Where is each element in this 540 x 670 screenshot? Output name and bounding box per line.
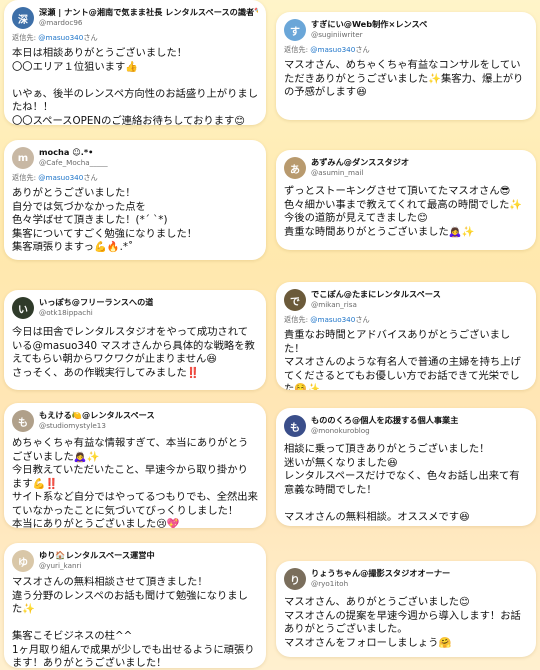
reply-to: 返信先: @masuo340さん [12,33,98,42]
mention-link[interactable]: @masuo340 [38,173,83,182]
user-handle[interactable]: @monokuroblog [311,426,458,436]
tweet-text: マスオさんの無料相談させて頂きました！ 違う分野のレンスペのお話も聞けて勉強にな… [12,576,255,668]
tweet-card[interactable]: で でこぽん@たまにレンタルスペース @mikan_risa 返信先: @mas… [276,282,536,390]
display-name[interactable]: りょうちゃん@撮影スタジオオーナー [311,568,450,579]
tweet-card[interactable]: す すぎにい@Web制作×レンスペ @suginiiwriter 返信先: @m… [276,12,536,120]
user-handle[interactable]: @studiomystyle13 [39,421,155,431]
reply-to: 返信先: @masuo340さん [12,173,98,182]
tweet-text: 今日は田舎でレンタルスタジオをやって成功されている@masuo340 マスオさん… [12,326,255,379]
avatar[interactable]: も [12,410,34,432]
tweet-text: 本日は相談ありがとうございました！ 〇〇エリア１位狙います👍 いやぁ、後半のレン… [12,47,258,125]
tweet-text: マスオさん、ありがとうございました😊 マスオさんの提案を早速今週から導入します！… [284,596,521,649]
tweet-card[interactable]: m mocha ☺︎.*• @Cafe_Mocha_____ 返信先: @mas… [4,140,266,260]
display-name[interactable]: いっぽち@フリーランスへの道 [39,297,153,308]
avatar[interactable]: ゆ [12,550,34,572]
display-name[interactable]: ゆり🏠レンタルスペース運営中 [39,550,155,561]
tweet-card[interactable]: い いっぽち@フリーランスへの道 @otk18ippachi 今日は田舎でレンタ… [4,290,266,390]
tweet-card[interactable]: も もののくろ@個人を応援する個人事業主 @monokuroblog 相談に乗っ… [276,408,536,526]
display-name[interactable]: すぎにい@Web制作×レンスペ [311,19,427,30]
avatar[interactable]: す [284,19,306,41]
avatar[interactable]: あ [284,157,306,179]
avatar[interactable]: い [12,297,34,319]
user-handle[interactable]: @yuri_kanri [39,561,155,571]
display-name[interactable]: あずみん@ダンススタジオ [311,157,409,168]
tweet-card[interactable]: ゆ ゆり🏠レンタルスペース運営中 @yuri_kanri マスオさんの無料相談さ… [4,543,266,668]
tweet-text: マスオさん、めちゃくちゃ有益なコンサルをしていただきありがとうございました✨集客… [284,59,524,98]
mention-link[interactable]: @masuo340 [38,33,83,42]
display-name[interactable]: もえける🍋@レンタルスペース [39,410,155,421]
tweet-card[interactable]: り りょうちゃん@撮影スタジオオーナー @ryo1itoh マスオさん、ありがと… [276,561,536,657]
tweet-text: めちゃくちゃ有益な情報すぎて、本当にありがとうございました🙇‍♀️✨ 今日教えて… [12,437,258,528]
mention-link[interactable]: @masuo340 [310,315,355,324]
display-name[interactable]: でこぽん@たまにレンタルスペース [311,289,441,300]
reply-to: 返信先: @masuo340さん [284,45,370,54]
user-handle[interactable]: @Cafe_Mocha_____ [39,158,108,168]
avatar[interactable]: m [12,147,34,169]
tweet-card[interactable]: あ あずみん@ダンススタジオ @asumin_mail ずっとストーキングさせて… [276,150,536,250]
user-handle[interactable]: @ryo1itoh [311,579,450,589]
avatar[interactable]: 深 [12,7,34,29]
reply-to: 返信先: @masuo340さん [284,315,370,324]
tweet-text: 貴重なお時間とアドバイスありがとうございました！ マスオさんのような有名人で普通… [284,329,521,390]
avatar[interactable]: も [284,415,306,437]
display-name[interactable]: 深瀬 | ナント@湘南で気まま社長 レンタルスペースの識者✏️と呼ばれ [39,7,258,18]
user-handle[interactable]: @otk18ippachi [39,308,153,318]
tweet-card[interactable]: 深 深瀬 | ナント@湘南で気まま社長 レンタルスペースの識者✏️と呼ばれ @m… [4,0,266,125]
avatar[interactable]: で [284,289,306,311]
display-name[interactable]: mocha ☺︎.*• [39,147,108,158]
user-handle[interactable]: @suginiiwriter [311,30,427,40]
tweet-text: 相談に乗って頂きありがとうございました！ 迷いが無くなりました😆 レンタルスペー… [284,443,520,523]
tweet-card[interactable]: も もえける🍋@レンタルスペース @studiomystyle13 めちゃくちゃ… [4,403,266,528]
tweet-text: ありがとうございました！ 自分では気づかなかった点を 色々学ばせて頂きました！(… [12,187,198,253]
tweet-text: ずっとストーキングさせて頂いてたマスオさん😎 色々細かい事まで教えてくれて最高の… [284,185,523,238]
user-handle[interactable]: @mardoc96 [39,18,258,28]
avatar[interactable]: り [284,568,306,590]
mention-link[interactable]: @masuo340 [310,45,355,54]
display-name[interactable]: もののくろ@個人を応援する個人事業主 [311,415,458,426]
user-handle[interactable]: @mikan_risa [311,300,441,310]
user-handle[interactable]: @asumin_mail [311,168,409,178]
